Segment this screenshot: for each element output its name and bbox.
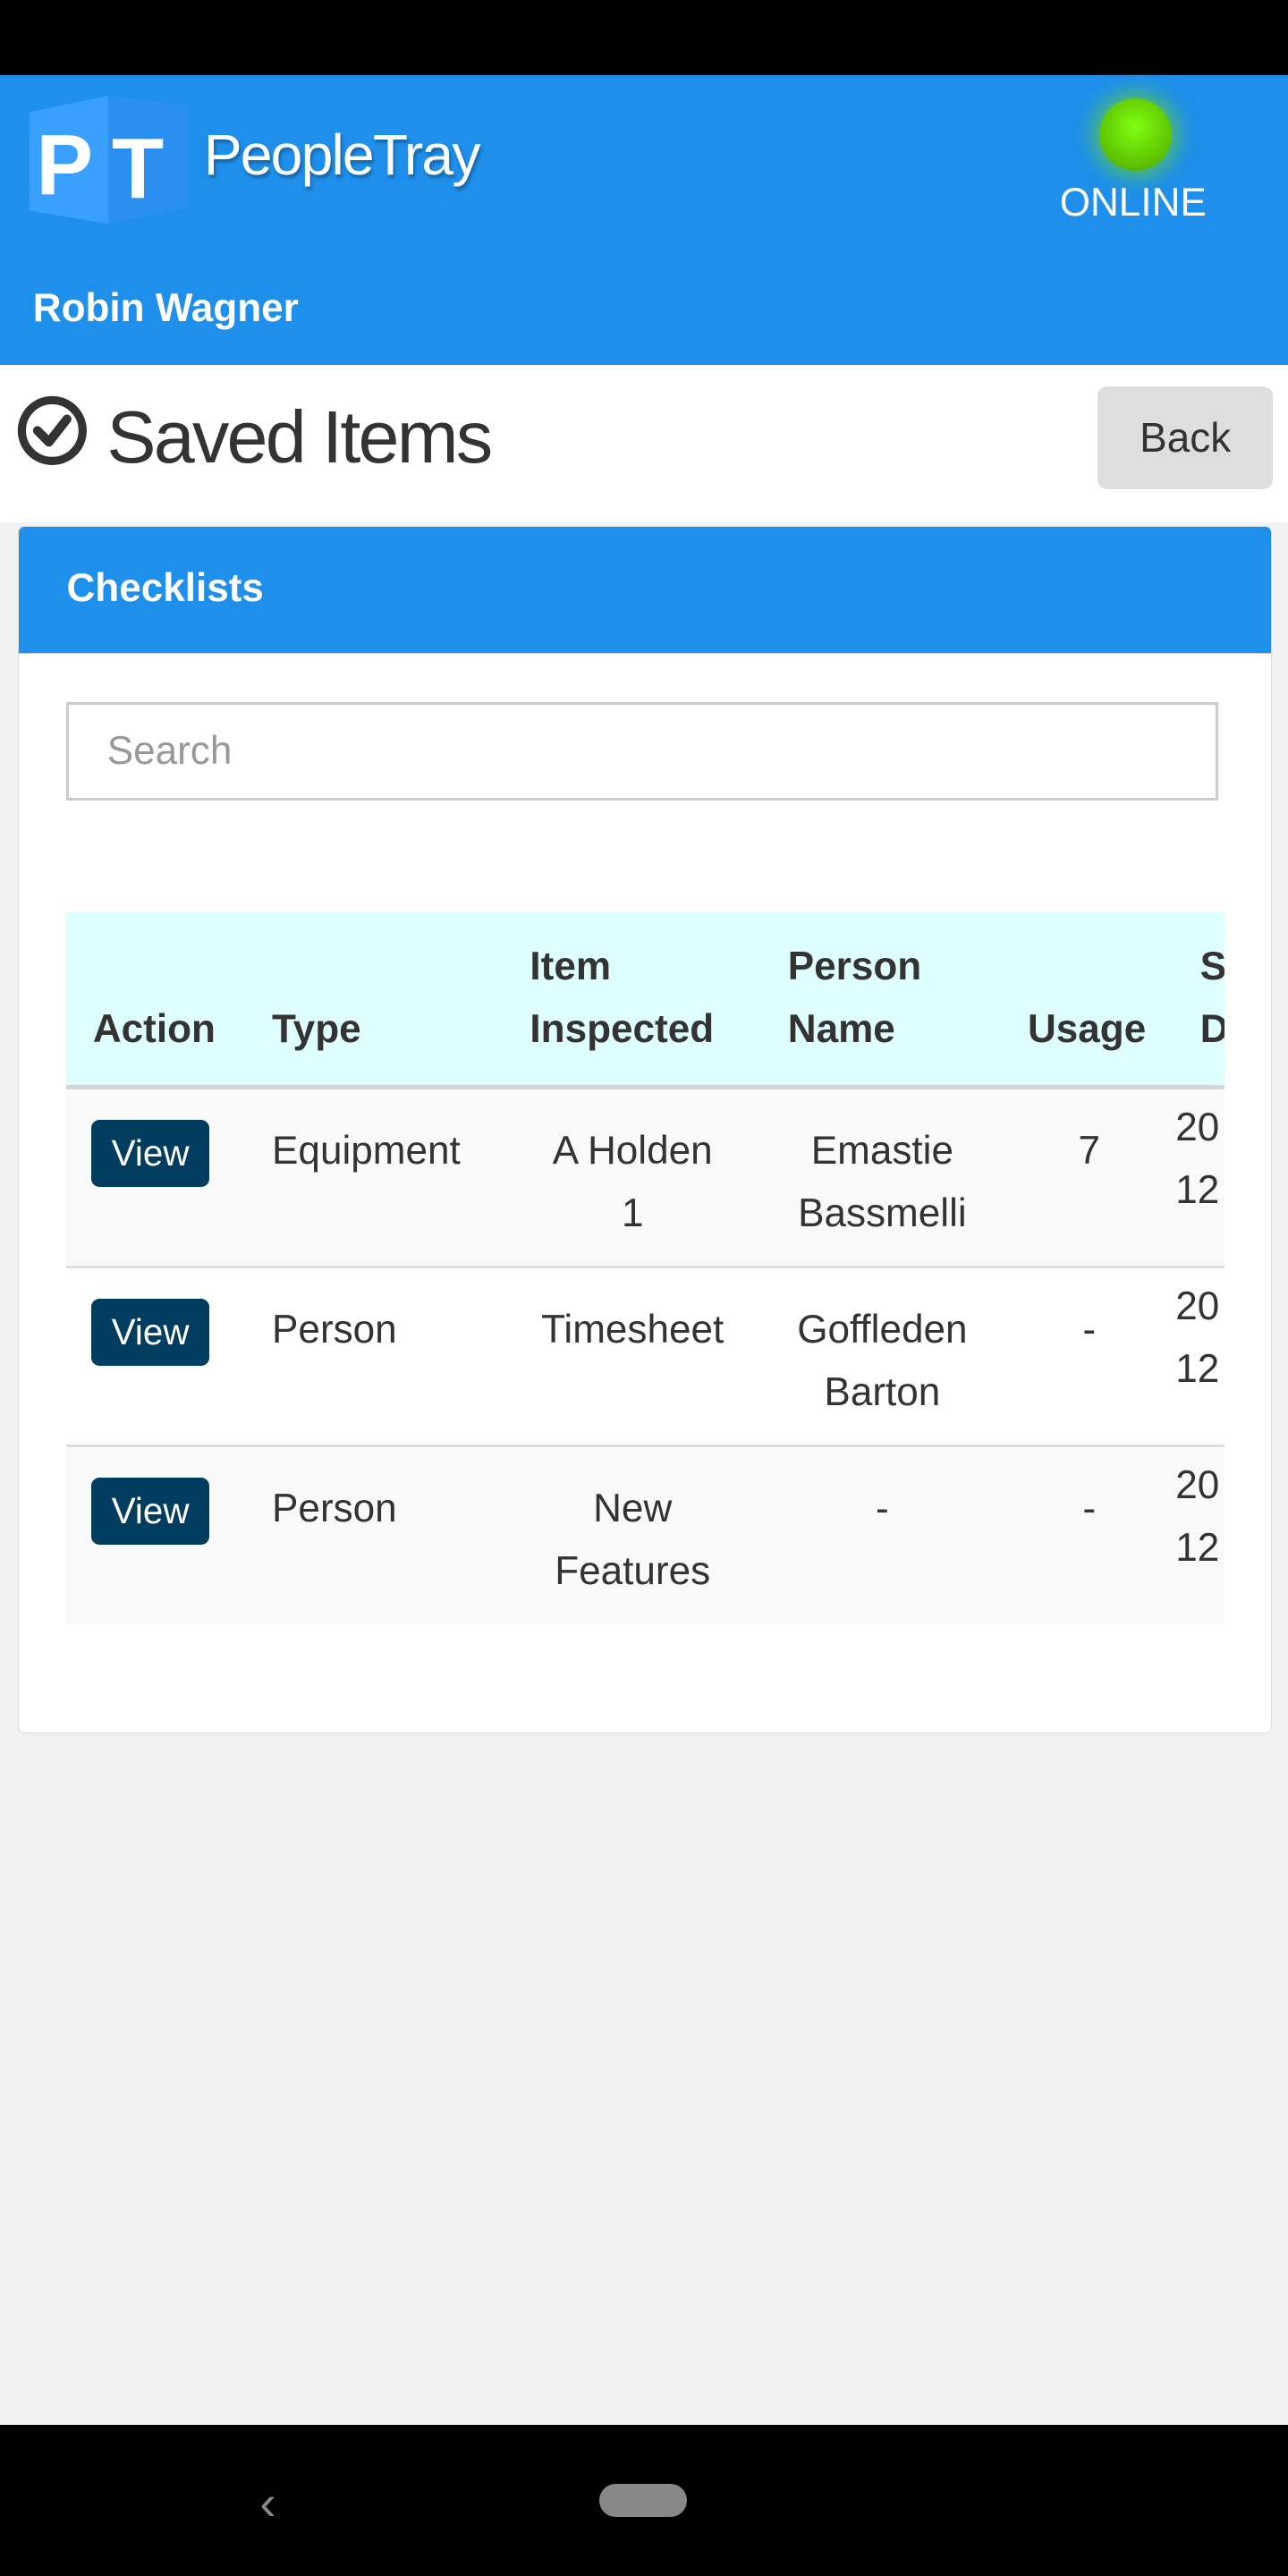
cell-date-line1: 20 (1175, 1106, 1220, 1150)
column-header-action: Action (92, 1006, 216, 1051)
cell-item-line1: New (593, 1487, 673, 1531)
cell-usage: - (1082, 1487, 1097, 1531)
cell-person-line1: - (876, 1487, 889, 1531)
column-header-item-line2: Inspected (530, 1006, 715, 1051)
table-row: View Person New Features - - 20 12 (66, 1448, 1225, 1624)
table-row: View Equipment A Holden 1 Emastie Bassme… (66, 1089, 1225, 1269)
view-button[interactable]: View (91, 1298, 210, 1367)
cell-item-line2: Features (555, 1548, 711, 1593)
connection-status: ONLINE (1059, 181, 1207, 225)
table-header: Action Type Item Inspected Person Name U… (66, 912, 1225, 1090)
check-circle-icon (18, 395, 88, 465)
cell-person-line2: Bassmelli (798, 1191, 967, 1235)
online-status-indicator-icon (1098, 98, 1172, 171)
column-header-type: Type (272, 1006, 361, 1051)
app-screen: P T PeopleTray ONLINE Robin Wagner Saved… (0, 0, 1288, 2576)
checklists-table[interactable]: Action Type Item Inspected Person Name U… (66, 912, 1225, 1625)
checklists-card: Checklists Action Type Item Inspected Pe… (18, 525, 1272, 1733)
search-input[interactable] (66, 702, 1218, 801)
cell-usage: 7 (1078, 1128, 1101, 1173)
cell-date-line2: 12 (1175, 1167, 1220, 1212)
view-button[interactable]: View (91, 1478, 210, 1546)
cell-item-line1: A Holden (552, 1128, 713, 1173)
cell-type: Person (272, 1487, 397, 1531)
card-header: Checklists (19, 526, 1271, 655)
cell-date-line1: 20 (1175, 1463, 1220, 1508)
cell-person-line2: Barton (824, 1369, 941, 1414)
svg-text:T: T (112, 121, 164, 216)
cell-person-line1: Emastie (810, 1128, 953, 1173)
column-header-date-line1: S (1199, 945, 1225, 989)
back-button[interactable]: Back (1097, 386, 1274, 490)
svg-text:P: P (36, 118, 93, 213)
cell-date-line1: 20 (1175, 1284, 1220, 1329)
cell-person-line1: Goffleden (797, 1307, 968, 1352)
app-header: P T PeopleTray ONLINE Robin Wagner (0, 75, 1288, 365)
cell-usage: - (1082, 1307, 1097, 1352)
peopletray-logo: P T (30, 95, 188, 224)
app-title: PeopleTray (203, 122, 481, 187)
page-title-bar: Saved Items Back (0, 364, 1288, 523)
cell-type: Person (272, 1307, 397, 1352)
column-header-person-line1: Person (787, 945, 922, 989)
cell-date-line2: 12 (1175, 1347, 1220, 1392)
cell-item-line2: 1 (621, 1191, 644, 1235)
view-button[interactable]: View (91, 1119, 210, 1188)
column-header-person-line2: Name (787, 1006, 895, 1051)
page-title: Saved Items (106, 394, 493, 479)
card-title: Checklists (66, 565, 264, 610)
column-header-usage: Usage (1027, 1006, 1147, 1051)
nav-back-chevron-icon[interactable]: ‹ (259, 2474, 275, 2531)
cell-item-line1: Timesheet (541, 1307, 724, 1352)
user-name: Robin Wagner (32, 285, 299, 330)
system-nav-bar: ‹ (0, 2425, 1288, 2576)
nav-home-pill-icon[interactable] (599, 2484, 687, 2517)
cell-type: Equipment (272, 1128, 461, 1173)
cell-date-line2: 12 (1175, 1526, 1220, 1571)
table-row: View Person Timesheet Goffleden Barton -… (66, 1268, 1225, 1448)
column-header-date-line2: D (1200, 998, 1225, 1061)
status-bar (0, 0, 1288, 76)
column-header-item-line1: Item (530, 945, 612, 989)
